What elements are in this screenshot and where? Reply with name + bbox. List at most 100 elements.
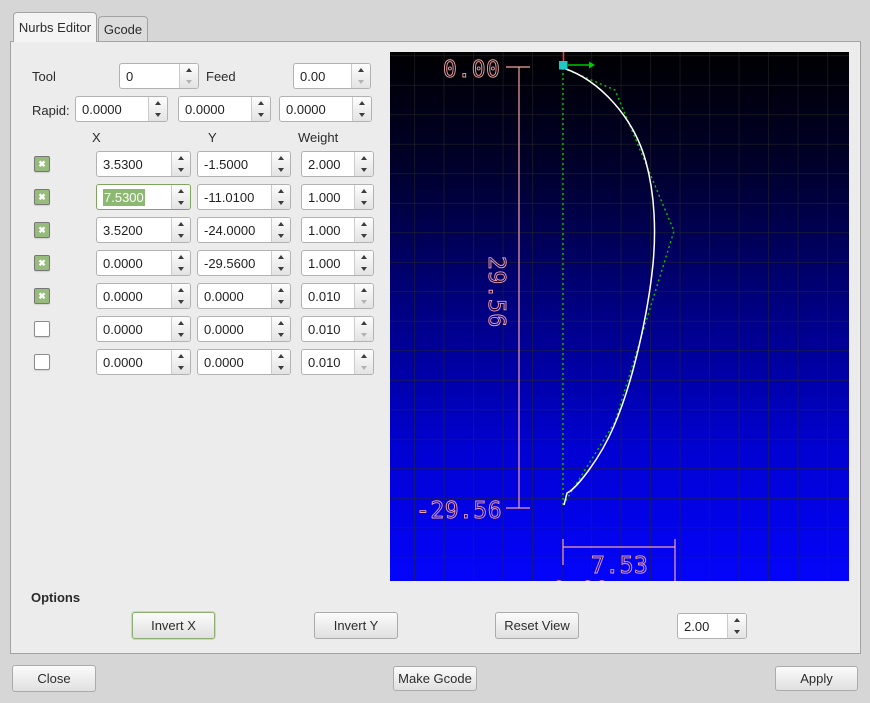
point-weight-spinbox[interactable]: 0.010 <box>301 316 374 342</box>
spin-up-button[interactable] <box>355 350 373 362</box>
spin-down-button[interactable] <box>272 362 290 374</box>
spin-down-button[interactable] <box>352 76 370 88</box>
spin-up-button[interactable] <box>355 251 373 263</box>
make-gcode-button[interactable]: Make Gcode <box>393 666 477 691</box>
spin-down-button[interactable] <box>272 164 290 176</box>
point-weight-value[interactable]: 1.000 <box>302 218 354 242</box>
spin-down-button[interactable] <box>149 109 167 121</box>
nurbs-plot[interactable]: 0.00 29.56 -29.56 7.53 0.00 <box>390 52 849 581</box>
point-enable-checkbox[interactable]: ✖ <box>34 288 50 304</box>
point-weight-spinbox[interactable]: 2.000 <box>301 151 374 177</box>
spin-up-button[interactable] <box>172 317 190 329</box>
point-x-spinbox[interactable]: 7.5300 <box>96 184 191 210</box>
point-weight-value[interactable]: 0.010 <box>302 284 354 308</box>
point-x-spinbox[interactable]: 3.5200 <box>96 217 191 243</box>
spin-down-button[interactable] <box>172 164 190 176</box>
spin-up-button[interactable] <box>272 251 290 263</box>
spin-down-button[interactable] <box>172 230 190 242</box>
point-weight-value[interactable]: 1.000 <box>302 185 354 209</box>
spin-up-button[interactable] <box>353 97 371 109</box>
spin-down-button[interactable] <box>355 296 373 308</box>
spin-down-button[interactable] <box>272 263 290 275</box>
spin-down-button[interactable] <box>355 230 373 242</box>
tool-spinbox[interactable]: 0 <box>119 63 199 89</box>
point-y-value[interactable]: -11.0100 <box>198 185 271 209</box>
spin-up-button[interactable] <box>355 284 373 296</box>
point-weight-spinbox[interactable]: 0.010 <box>301 283 374 309</box>
spin-up-button[interactable] <box>149 97 167 109</box>
point-x-spinbox[interactable]: 0.0000 <box>96 349 191 375</box>
rapid-y-spinbox[interactable]: 0.0000 <box>178 96 271 122</box>
point-weight-value[interactable]: 0.010 <box>302 317 354 341</box>
invert-x-button[interactable]: Invert X <box>132 612 215 639</box>
origin-point-handle[interactable] <box>559 61 568 70</box>
rapid-x-spinbox[interactable]: 0.0000 <box>75 96 168 122</box>
spin-up-button[interactable] <box>352 64 370 76</box>
point-weight-value[interactable]: 2.000 <box>302 152 354 176</box>
spin-up-button[interactable] <box>272 218 290 230</box>
spin-up-button[interactable] <box>272 317 290 329</box>
rapid-y-value[interactable]: 0.0000 <box>179 97 251 121</box>
spin-down-button[interactable] <box>355 263 373 275</box>
point-weight-spinbox[interactable]: 1.000 <box>301 217 374 243</box>
spin-down-button[interactable] <box>728 626 746 638</box>
spin-down-button[interactable] <box>172 197 190 209</box>
point-y-spinbox[interactable]: 0.0000 <box>197 283 291 309</box>
invert-y-button[interactable]: Invert Y <box>314 612 398 639</box>
spin-up-button[interactable] <box>172 185 190 197</box>
point-x-value[interactable]: 3.5300 <box>97 152 171 176</box>
spin-up-button[interactable] <box>272 185 290 197</box>
feed-spinbox[interactable]: 0.00 <box>293 63 371 89</box>
feed-value[interactable]: 0.00 <box>294 64 351 88</box>
point-x-value[interactable]: 0.0000 <box>97 251 171 275</box>
point-x-value[interactable]: 7.5300 <box>97 185 171 209</box>
point-enable-checkbox[interactable]: ✖ <box>34 255 50 271</box>
reset-view-button[interactable]: Reset View <box>495 612 579 639</box>
point-weight-spinbox[interactable]: 1.000 <box>301 250 374 276</box>
point-y-spinbox[interactable]: -11.0100 <box>197 184 291 210</box>
spin-down-button[interactable] <box>252 109 270 121</box>
point-x-value[interactable]: 0.0000 <box>97 350 171 374</box>
spin-down-button[interactable] <box>172 362 190 374</box>
point-x-spinbox[interactable]: 0.0000 <box>96 250 191 276</box>
spin-up-button[interactable] <box>728 614 746 626</box>
point-y-value[interactable]: -24.0000 <box>198 218 271 242</box>
point-x-spinbox[interactable]: 3.5300 <box>96 151 191 177</box>
point-y-value[interactable]: 0.0000 <box>198 350 271 374</box>
spin-down-button[interactable] <box>272 230 290 242</box>
spin-down-button[interactable] <box>172 296 190 308</box>
zoom-spinbox[interactable]: 2.00 <box>677 613 747 639</box>
point-enable-checkbox[interactable]: ✖ <box>34 321 50 337</box>
spin-down-button[interactable] <box>355 362 373 374</box>
point-x-spinbox[interactable]: 0.0000 <box>96 283 191 309</box>
tab-nurbs-editor[interactable]: Nurbs Editor <box>13 12 97 42</box>
spin-up-button[interactable] <box>355 317 373 329</box>
point-y-spinbox[interactable]: 0.0000 <box>197 349 291 375</box>
spin-up-button[interactable] <box>172 284 190 296</box>
spin-down-button[interactable] <box>355 164 373 176</box>
rapid-z-value[interactable]: 0.0000 <box>280 97 352 121</box>
point-enable-checkbox[interactable]: ✖ <box>34 354 50 370</box>
point-y-value[interactable]: -29.5600 <box>198 251 271 275</box>
rapid-x-value[interactable]: 0.0000 <box>76 97 148 121</box>
point-enable-checkbox[interactable]: ✖ <box>34 222 50 238</box>
spin-up-button[interactable] <box>180 64 198 76</box>
tool-value[interactable]: 0 <box>120 64 179 88</box>
spin-up-button[interactable] <box>272 350 290 362</box>
spin-down-button[interactable] <box>355 329 373 341</box>
zoom-value[interactable]: 2.00 <box>678 614 727 638</box>
point-enable-checkbox[interactable]: ✖ <box>34 189 50 205</box>
point-x-value[interactable]: 0.0000 <box>97 284 171 308</box>
rapid-z-spinbox[interactable]: 0.0000 <box>279 96 372 122</box>
point-x-value[interactable]: 3.5200 <box>97 218 171 242</box>
spin-down-button[interactable] <box>180 76 198 88</box>
spin-down-button[interactable] <box>272 296 290 308</box>
point-weight-spinbox[interactable]: 1.000 <box>301 184 374 210</box>
spin-down-button[interactable] <box>172 263 190 275</box>
spin-up-button[interactable] <box>172 251 190 263</box>
spin-up-button[interactable] <box>172 350 190 362</box>
tab-gcode[interactable]: Gcode <box>98 16 148 41</box>
spin-up-button[interactable] <box>272 152 290 164</box>
point-weight-value[interactable]: 1.000 <box>302 251 354 275</box>
point-enable-checkbox[interactable]: ✖ <box>34 156 50 172</box>
